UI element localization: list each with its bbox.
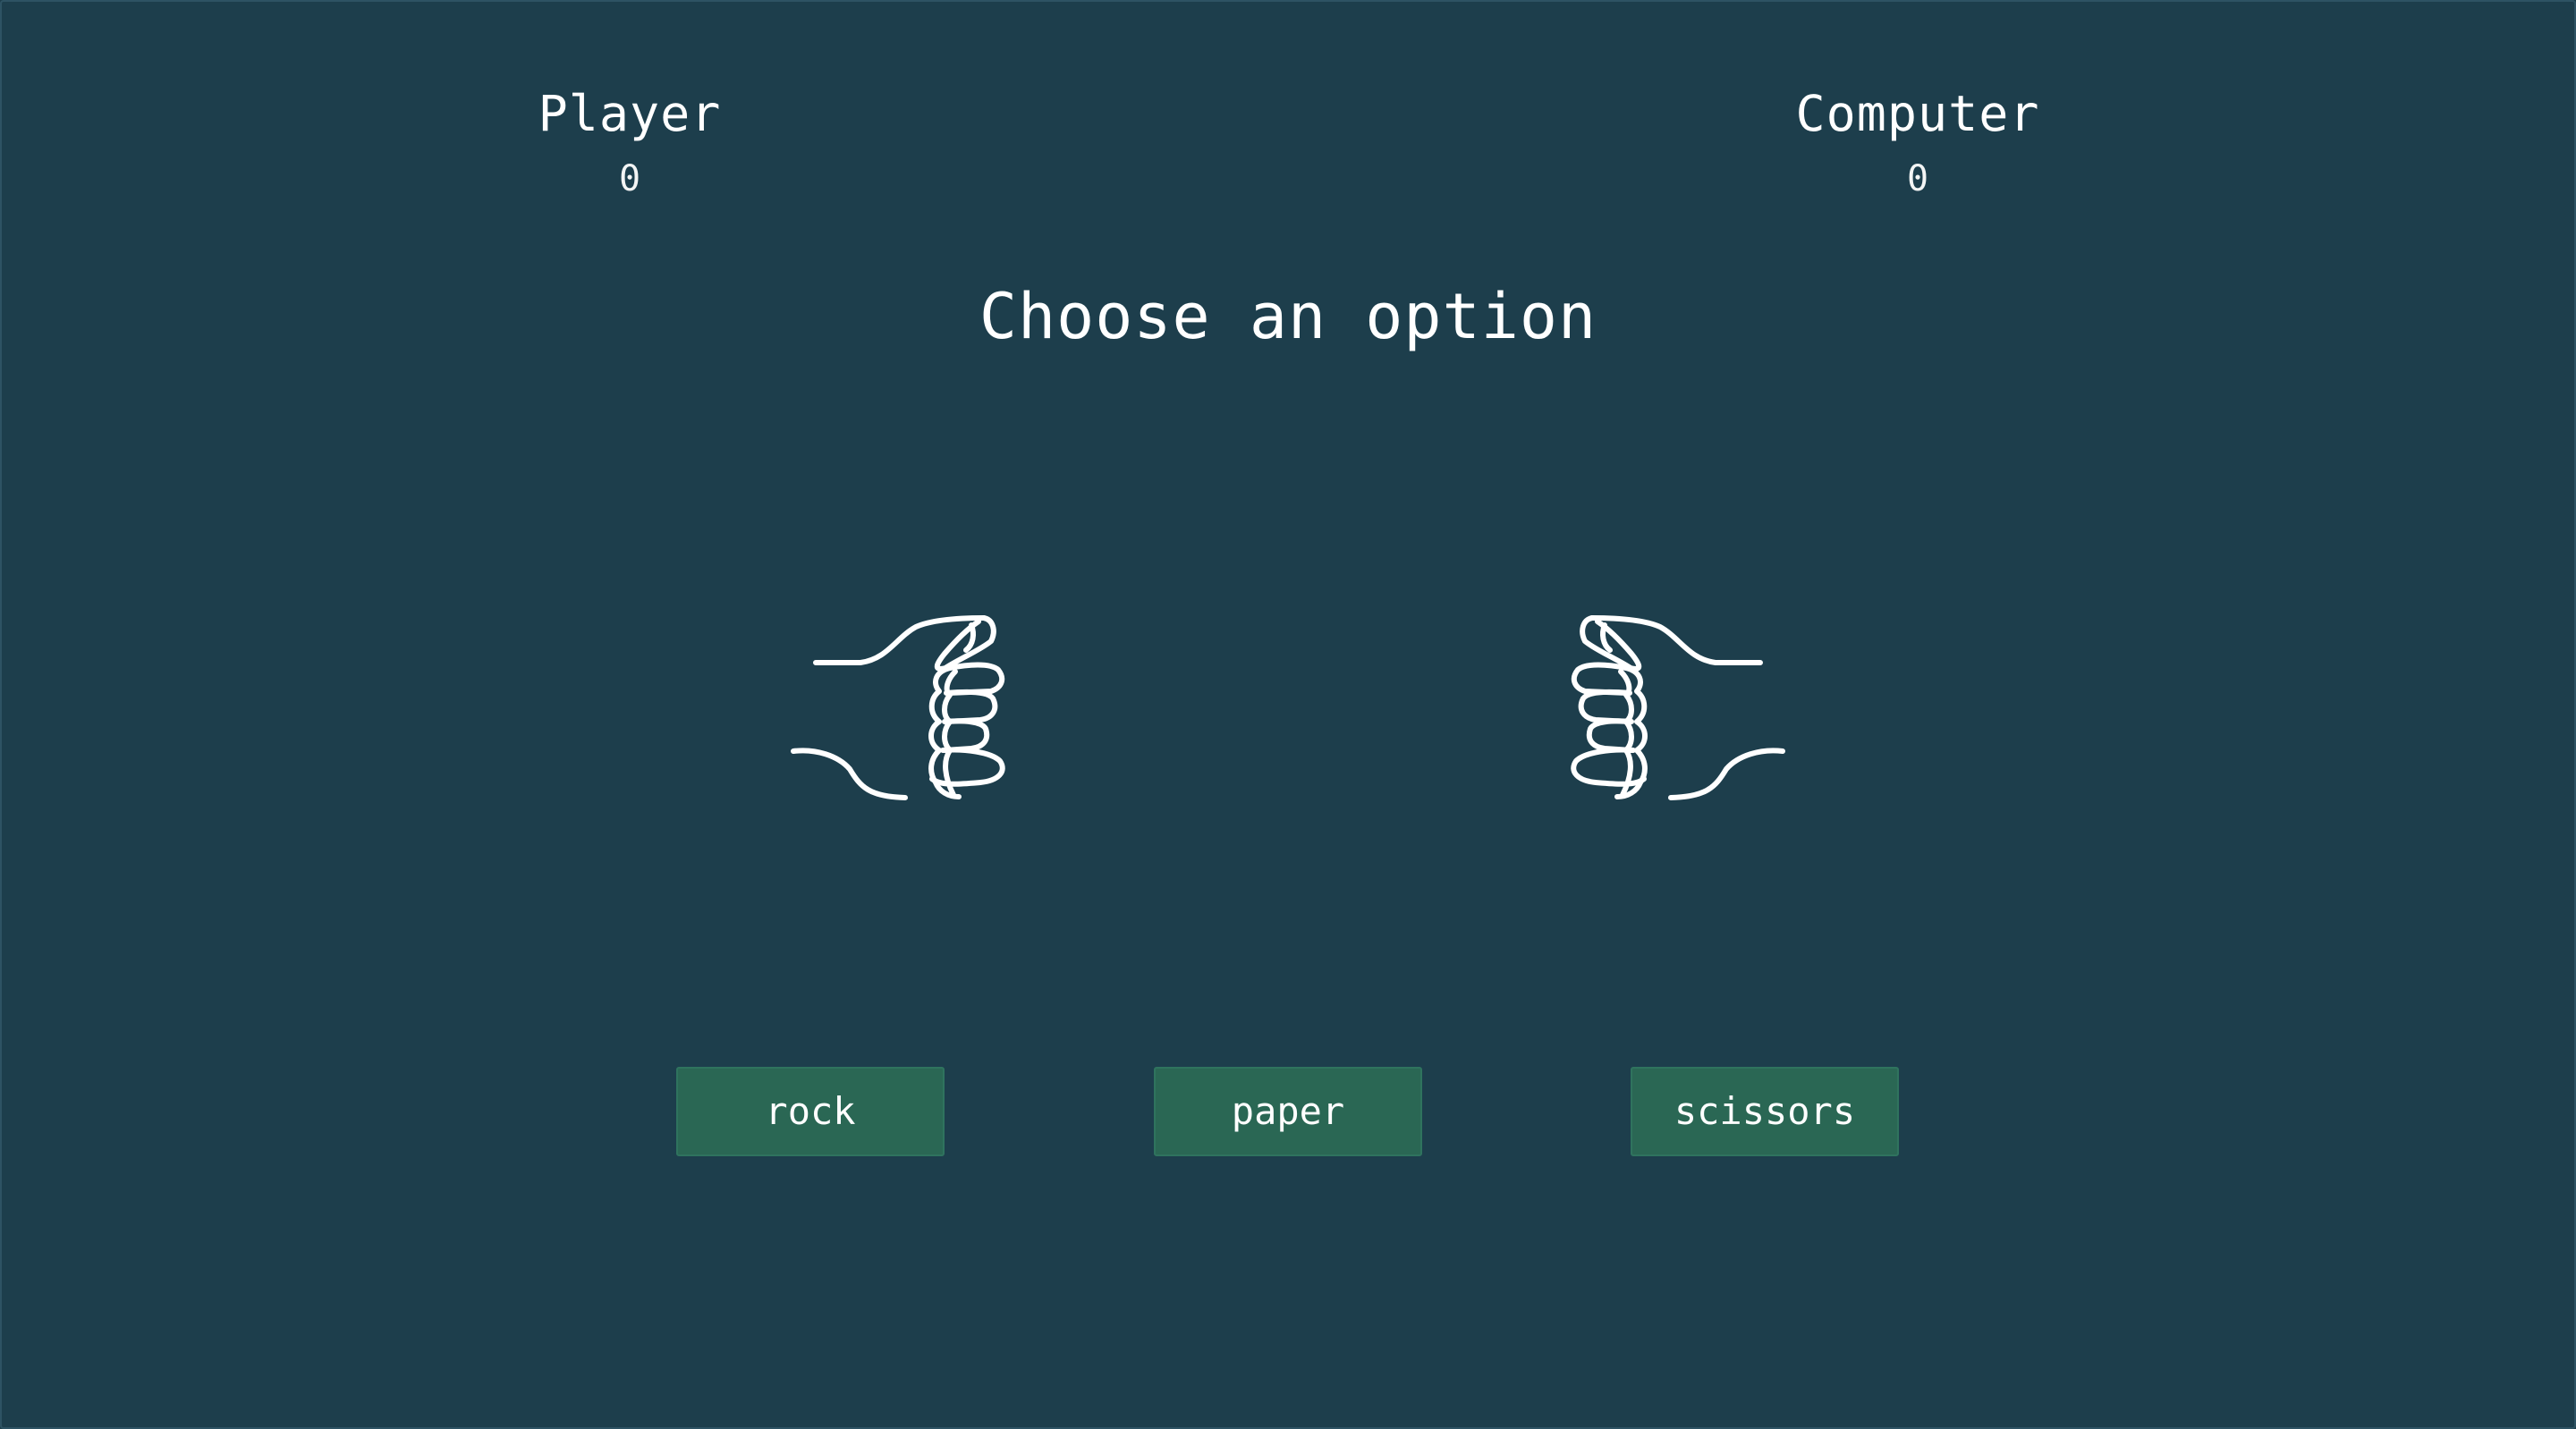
scissors-button[interactable]: scissors: [1631, 1067, 1899, 1156]
rock-button[interactable]: rock: [676, 1067, 945, 1156]
player-score-panel: Player 0: [451, 82, 809, 206]
rock-hand-icon: [791, 615, 1005, 800]
computer-label: Computer: [1795, 85, 2040, 142]
game-frame: [0, 0, 2576, 1429]
player-score: 0: [618, 158, 641, 199]
player-hand: [789, 595, 1048, 818]
computer-score-panel: Computer 0: [1739, 82, 2097, 206]
paper-button[interactable]: paper: [1154, 1067, 1422, 1156]
computer-hand: [1528, 595, 1787, 818]
round-message: Choose an option: [979, 280, 1597, 353]
computer-score: 0: [1906, 158, 1929, 199]
rock-hand-icon: [1571, 615, 1785, 800]
player-label: Player: [538, 85, 722, 142]
